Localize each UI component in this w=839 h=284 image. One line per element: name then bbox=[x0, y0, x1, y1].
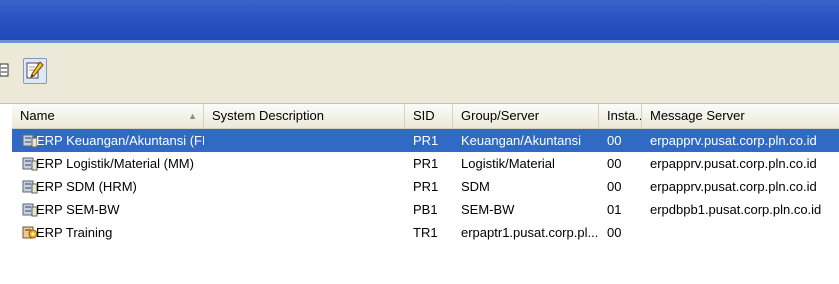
column-header-sid[interactable]: SID bbox=[405, 104, 453, 128]
cell-instance: 00 bbox=[607, 179, 622, 194]
cell-sid: PB1 bbox=[413, 202, 438, 217]
column-header-name[interactable]: Name ▲ bbox=[12, 104, 204, 128]
cell-message-server: erpapprv.pusat.corp.pln.co.id bbox=[650, 156, 817, 171]
cell-message-server: erpapprv.pusat.corp.pln.co.id bbox=[650, 133, 817, 148]
cell-instance: 01 bbox=[607, 202, 622, 217]
cell-instance: 00 bbox=[607, 225, 622, 240]
cell-name: ERP Keuangan/Akuntansi (FM) bbox=[36, 133, 204, 148]
table-row[interactable]: ERP Logistik/Material (MM) PR1 Logistik/… bbox=[12, 152, 839, 175]
cell-sid: PR1 bbox=[413, 179, 439, 194]
edit-entry-button[interactable] bbox=[23, 58, 47, 84]
cell-description bbox=[212, 152, 402, 175]
system-list: Name ▲ System Description SID Group/Serv… bbox=[12, 104, 839, 284]
cell-group: SDM bbox=[461, 179, 490, 194]
cell-description bbox=[212, 198, 402, 221]
cell-instance: 00 bbox=[607, 156, 622, 171]
cell-sid: PR1 bbox=[413, 156, 439, 171]
table-row[interactable]: ERP Keuangan/Akuntansi (FM) PR1 Keuangan… bbox=[12, 129, 839, 152]
cell-sid: TR1 bbox=[413, 225, 438, 240]
cell-sid: PR1 bbox=[413, 133, 439, 148]
list-view-icon[interactable] bbox=[0, 57, 10, 83]
cell-name: ERP Logistik/Material (MM) bbox=[36, 156, 194, 171]
cell-group: Keuangan/Akuntansi bbox=[461, 133, 581, 148]
window-titlebar bbox=[0, 0, 839, 40]
cell-instance: 00 bbox=[607, 133, 622, 148]
table-header: Name ▲ System Description SID Group/Serv… bbox=[12, 104, 839, 129]
sort-ascending-icon: ▲ bbox=[188, 111, 197, 121]
cell-name: ERP SDM (HRM) bbox=[36, 179, 137, 194]
cell-name: ERP Training bbox=[36, 225, 113, 240]
cell-group: erpaptr1.pusat.corp.pl... bbox=[461, 225, 599, 240]
column-header-name-label: Name bbox=[20, 108, 55, 123]
column-header-instance[interactable]: Insta... bbox=[599, 104, 642, 128]
column-header-description[interactable]: System Description bbox=[204, 104, 405, 128]
toolbar bbox=[0, 43, 839, 104]
cell-group: SEM-BW bbox=[461, 202, 515, 217]
cell-description bbox=[212, 175, 402, 198]
cell-message-server: erpdbpb1.pusat.corp.pln.co.id bbox=[650, 202, 822, 217]
column-header-group[interactable]: Group/Server bbox=[453, 104, 599, 128]
cell-group: Logistik/Material bbox=[461, 156, 555, 171]
table-row[interactable]: ERP SDM (HRM) PR1 SDM 00 erpapprv.pusat.… bbox=[12, 175, 839, 198]
cell-message-server bbox=[650, 221, 839, 244]
cell-description bbox=[212, 221, 402, 244]
cell-name: ERP SEM-BW bbox=[36, 202, 120, 217]
column-header-message-server[interactable]: Message Server bbox=[642, 104, 839, 128]
edit-pencil-icon bbox=[26, 61, 44, 79]
table-row[interactable]: ERP SEM-BW PB1 SEM-BW 01 erpdbpb1.pusat.… bbox=[12, 198, 839, 221]
cell-message-server: erpapprv.pusat.corp.pln.co.id bbox=[650, 179, 817, 194]
table-row[interactable]: ERP Training TR1 erpaptr1.pusat.corp.pl.… bbox=[12, 221, 839, 244]
cell-description bbox=[212, 129, 402, 152]
